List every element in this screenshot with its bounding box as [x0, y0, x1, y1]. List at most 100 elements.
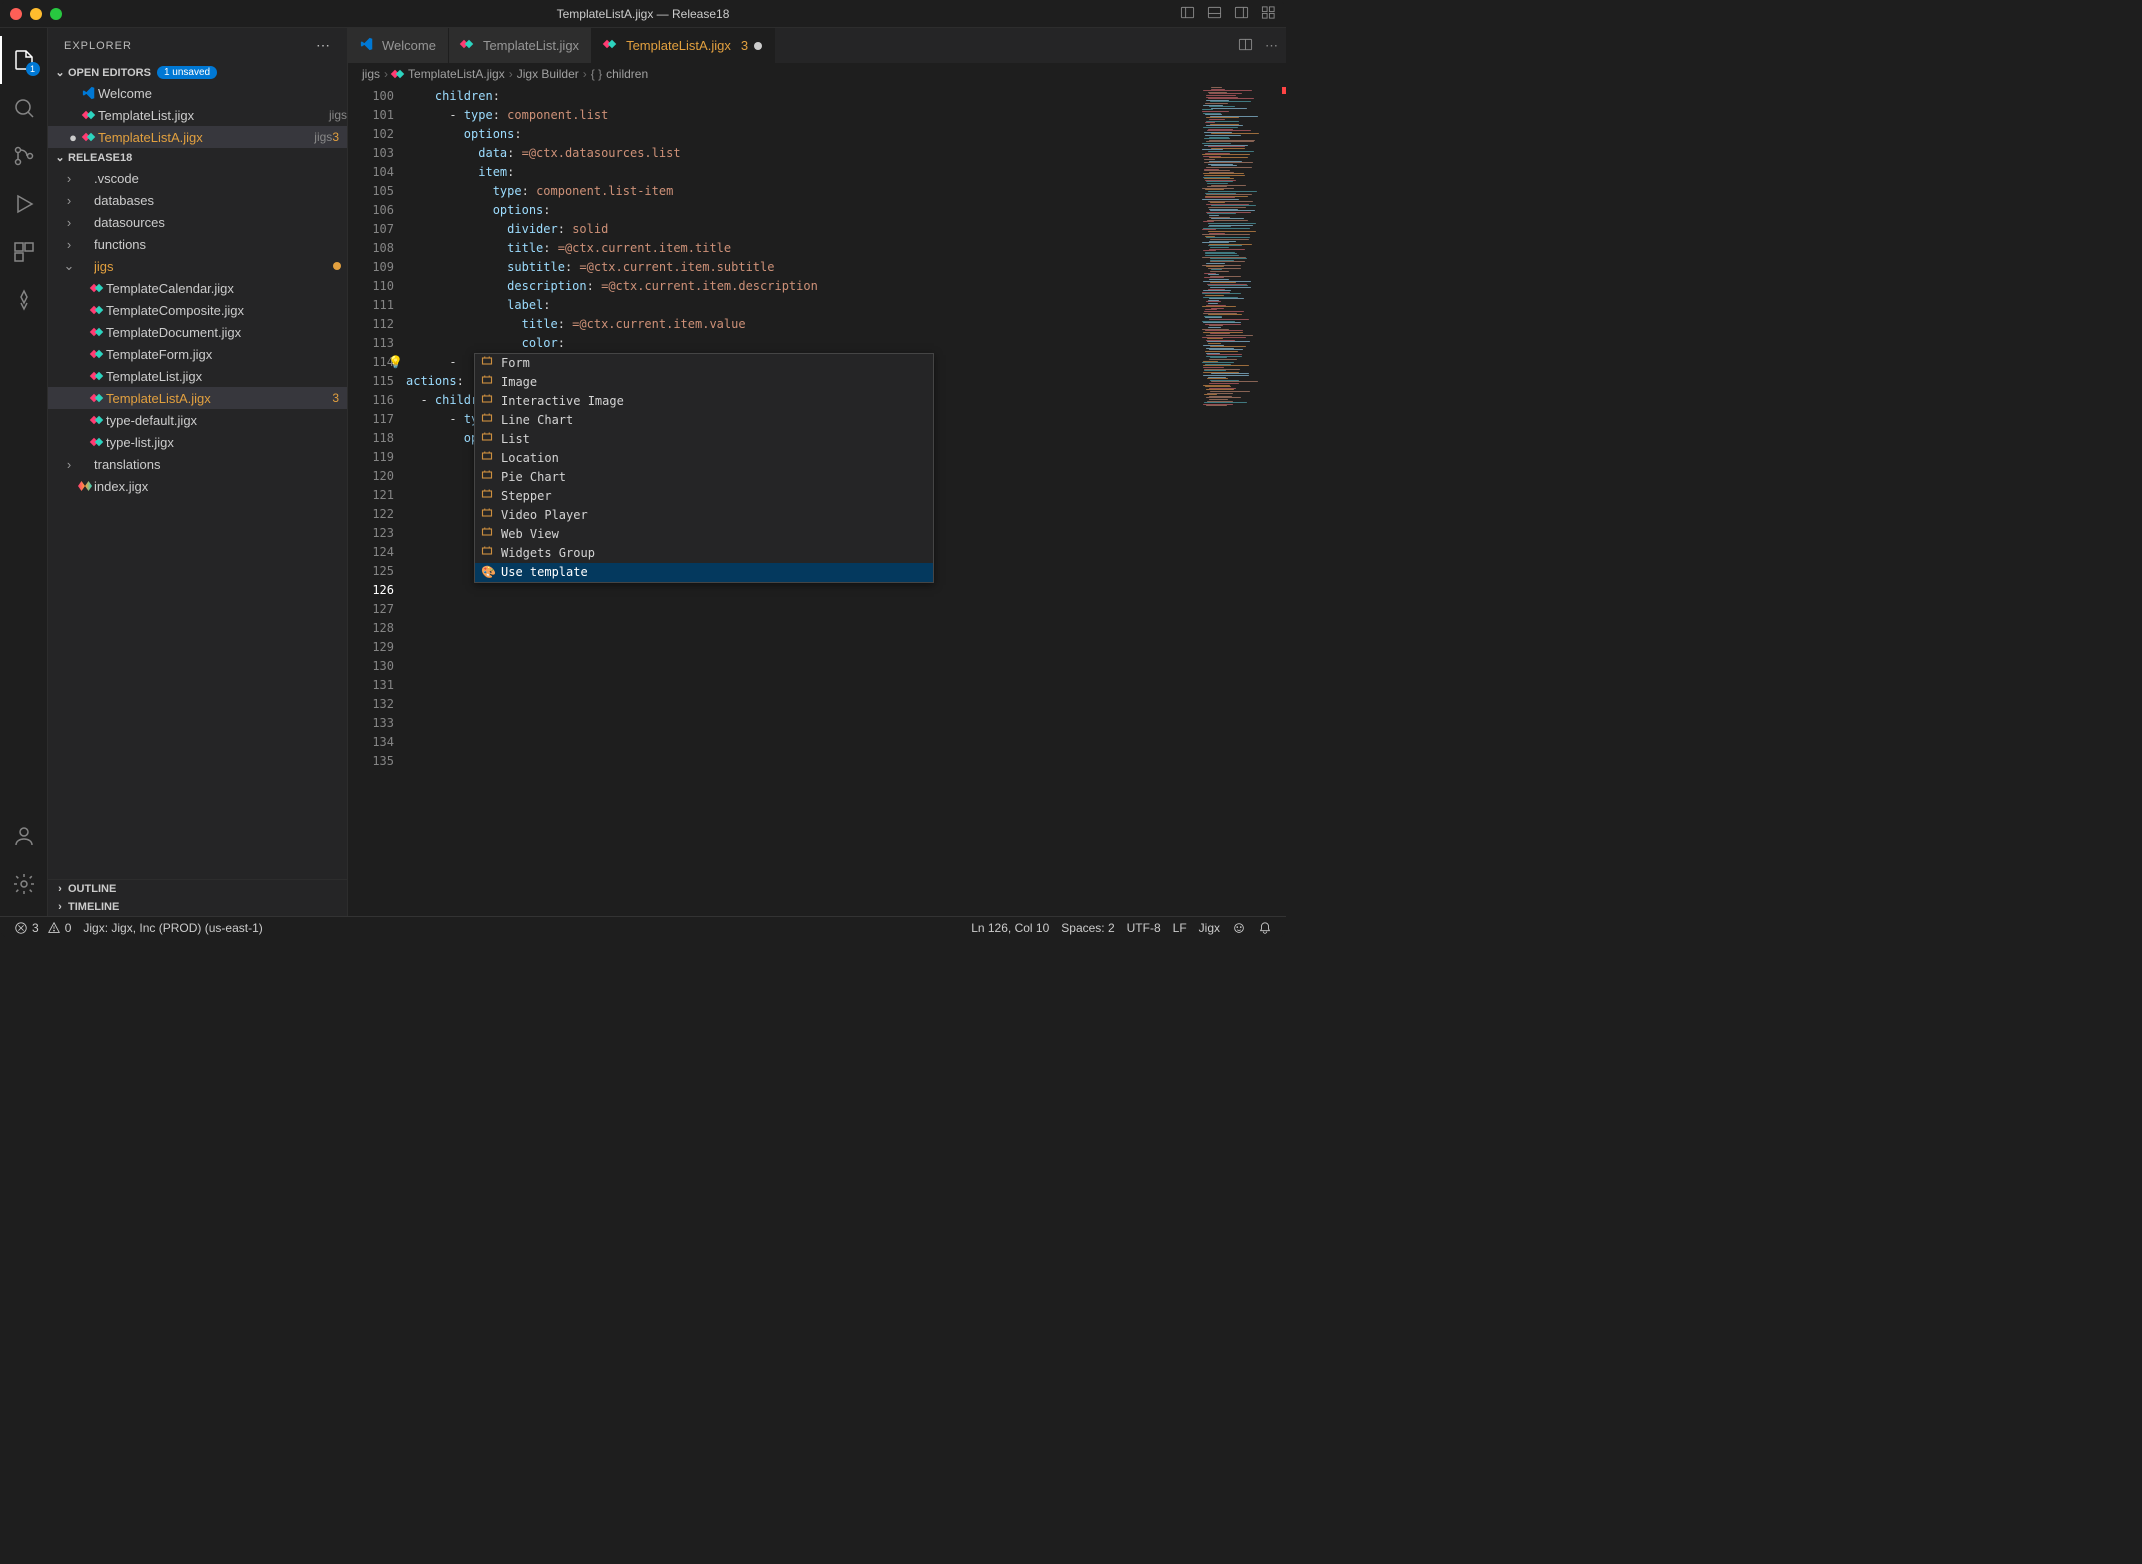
panel-bottom-icon[interactable]	[1207, 5, 1222, 23]
statusbar: 3 0 Jigx: Jigx, Inc (PROD) (us-east-1) L…	[0, 916, 1286, 938]
snippet-icon	[481, 525, 495, 544]
status-eol[interactable]: LF	[1167, 921, 1193, 935]
jigx-icon	[461, 38, 473, 50]
activity-settings[interactable]	[0, 860, 48, 908]
outline-section[interactable]: › OUTLINE	[48, 880, 347, 898]
project-section[interactable]: ⌄ RELEASE18	[48, 148, 347, 167]
status-account[interactable]: Jigx: Jigx, Inc (PROD) (us-east-1)	[77, 921, 268, 935]
open-editors-section[interactable]: ⌄ OPEN EDITORS 1 unsaved	[48, 63, 347, 82]
suggest-item[interactable]: Location	[475, 449, 933, 468]
activity-search[interactable]	[0, 84, 48, 132]
chevron-right-icon: ›	[62, 237, 76, 252]
unsaved-badge: 1 unsaved	[157, 66, 217, 79]
folder-item[interactable]: ⌄jigs	[48, 255, 347, 277]
file-item[interactable]: TemplateForm.jigx	[48, 343, 347, 365]
file-item[interactable]: type-list.jigx	[48, 431, 347, 453]
editor[interactable]: 1001011021031041051061071081091101111121…	[348, 85, 1286, 916]
chevron-down-icon: ⌄	[62, 258, 76, 274]
panel-left-icon[interactable]	[1180, 5, 1195, 23]
open-editor-item[interactable]: Welcome	[48, 82, 347, 104]
status-spaces[interactable]: Spaces: 2	[1055, 921, 1120, 935]
jigx-icon	[604, 38, 616, 50]
folder-item[interactable]: ›.vscode	[48, 167, 347, 189]
tab-bar: WelcomeTemplateList.jigxTemplateListA.ji…	[348, 28, 1286, 63]
titlebar: TemplateListA.jigx — Release18	[0, 0, 1286, 28]
status-language[interactable]: Jigx	[1193, 921, 1226, 935]
folder-item[interactable]: ›databases	[48, 189, 347, 211]
status-cursor[interactable]: Ln 126, Col 10	[965, 921, 1055, 935]
lightbulb-icon[interactable]: 💡	[388, 353, 403, 372]
suggest-item[interactable]: Stepper	[475, 487, 933, 506]
snippet-icon	[481, 430, 495, 449]
suggest-item[interactable]: Widgets Group	[475, 544, 933, 563]
activity-account[interactable]	[0, 812, 48, 860]
tab[interactable]: TemplateListA.jigx3	[592, 28, 775, 63]
suggest-item[interactable]: Form	[475, 354, 933, 373]
jigx-icon	[91, 326, 103, 338]
folder-item[interactable]: ›datasources	[48, 211, 347, 233]
open-editor-item[interactable]: TemplateList.jigxjigs	[48, 104, 347, 126]
jigx-icon	[91, 392, 103, 404]
chevron-right-icon: ›	[52, 883, 68, 895]
jigx-icon	[91, 348, 103, 360]
suggest-item[interactable]: Image	[475, 373, 933, 392]
dirty-indicator	[754, 42, 762, 50]
chevron-right-icon: ›	[62, 193, 76, 208]
file-item[interactable]: TemplateCalendar.jigx	[48, 277, 347, 299]
snippet-icon	[481, 373, 495, 392]
open-editor-item[interactable]: ●TemplateListA.jigxjigs3	[48, 126, 347, 148]
jigx-icon	[91, 370, 103, 382]
file-item[interactable]: TemplateList.jigx	[48, 365, 347, 387]
breadcrumb[interactable]: jigs › TemplateListA.jigx › Jigx Builder…	[348, 63, 1286, 85]
suggest-item[interactable]: Line Chart	[475, 411, 933, 430]
snippet-icon	[481, 449, 495, 468]
file-item[interactable]: TemplateComposite.jigx	[48, 299, 347, 321]
activity-source-control[interactable]	[0, 132, 48, 180]
chevron-right-icon: ›	[62, 457, 76, 472]
file-item[interactable]: type-default.jigx	[48, 409, 347, 431]
snippet-icon	[481, 544, 495, 563]
file-item[interactable]: TemplateListA.jigx3	[48, 387, 347, 409]
snippet-icon	[481, 354, 495, 373]
jigx-icon	[83, 131, 95, 143]
suggest-widget[interactable]: FormImageInteractive ImageLine ChartList…	[474, 353, 934, 583]
window-maximize-button[interactable]	[50, 8, 62, 20]
activity-jigx[interactable]	[0, 276, 48, 324]
folder-item[interactable]: ›functions	[48, 233, 347, 255]
jigx-icon	[83, 109, 95, 121]
status-encoding[interactable]: UTF-8	[1121, 921, 1167, 935]
jigx-icon	[91, 436, 103, 448]
chevron-right-icon: ›	[62, 215, 76, 230]
file-item[interactable]: index.jigx	[48, 475, 347, 497]
file-item[interactable]: TemplateDocument.jigx	[48, 321, 347, 343]
snippet-icon	[481, 506, 495, 525]
tab[interactable]: TemplateList.jigx	[449, 28, 592, 63]
layout-grid-icon[interactable]	[1261, 5, 1276, 23]
panel-right-icon[interactable]	[1234, 5, 1249, 23]
explorer-more-button[interactable]: ⋯	[316, 37, 331, 54]
explorer-title: EXPLORER	[64, 40, 132, 52]
jigx-icon	[91, 304, 103, 316]
suggest-item[interactable]: Video Player	[475, 506, 933, 525]
timeline-section[interactable]: › TIMELINE	[48, 898, 347, 916]
status-errors[interactable]: 3 0	[8, 921, 77, 935]
activity-bar: 1	[0, 28, 48, 916]
tab[interactable]: Welcome	[348, 28, 449, 63]
activity-extensions[interactable]	[0, 228, 48, 276]
split-editor-button[interactable]	[1238, 37, 1253, 55]
suggest-item[interactable]: Web View	[475, 525, 933, 544]
status-feedback[interactable]	[1226, 921, 1252, 935]
folder-item[interactable]: ›translations	[48, 453, 347, 475]
window-close-button[interactable]	[10, 8, 22, 20]
jigx-icon	[91, 414, 103, 426]
suggest-item[interactable]: 🎨Use template	[475, 563, 933, 582]
activity-explorer[interactable]: 1	[0, 36, 48, 84]
suggest-item[interactable]: List	[475, 430, 933, 449]
window-minimize-button[interactable]	[30, 8, 42, 20]
more-actions-button[interactable]: ⋯	[1265, 38, 1278, 54]
minimap[interactable]	[1196, 85, 1286, 916]
suggest-item[interactable]: Interactive Image	[475, 392, 933, 411]
activity-debug[interactable]	[0, 180, 48, 228]
status-notifications[interactable]	[1252, 921, 1278, 935]
suggest-item[interactable]: Pie Chart	[475, 468, 933, 487]
